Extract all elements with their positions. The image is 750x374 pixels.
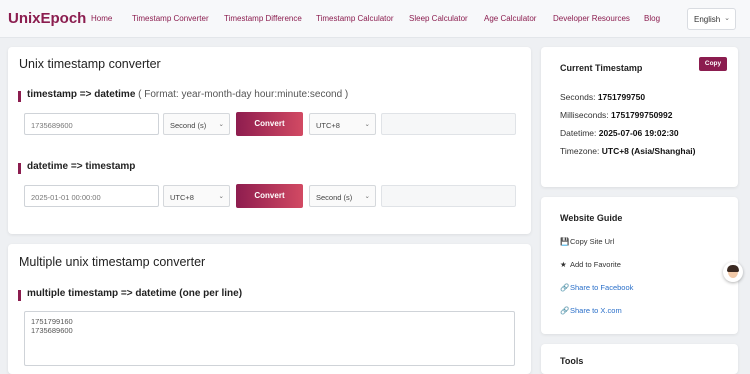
chevron-down-icon: ⌄ — [364, 193, 370, 200]
timezone-row: Timezone: UTC+8 (Asia/Shanghai) — [560, 146, 696, 156]
nav-age-calculator[interactable]: Age Calculator — [484, 14, 536, 23]
share-x-link[interactable]: 🔗Share to X.com — [560, 306, 622, 315]
chevron-down-icon: ⌄ — [724, 15, 730, 22]
converter-card: Unix timestamp converter timestamp => da… — [8, 47, 531, 234]
dt-to-ts-heading: datetime => timestamp — [27, 161, 136, 172]
timezone-select-2[interactable]: UTC+8 ⌄ — [163, 185, 230, 207]
add-favorite-link[interactable]: ★ Add to Favorite — [560, 260, 621, 269]
ts-to-dt-heading: timestamp => datetime ( Format: year-mon… — [27, 89, 348, 100]
convert-ts-button[interactable]: Convert — [236, 112, 303, 136]
textarea-line: 1751799160 — [31, 317, 73, 326]
top-nav: UnixEpoch Home Timestamp Converter Times… — [0, 0, 750, 38]
datetime-row: Datetime: 2025-07-06 19:02:30 — [560, 128, 679, 138]
star-icon: ★ — [560, 260, 567, 269]
milliseconds-value: 1751799750992 — [611, 110, 673, 120]
timezone-select[interactable]: UTC+8 ⌄ — [309, 113, 376, 135]
add-favorite-label: Add to Favorite — [570, 260, 621, 269]
multi-title: Multiple unix timestamp converter — [19, 255, 206, 269]
timezone-value-2: UTC+8 — [170, 193, 194, 202]
unit-select[interactable]: Second (s) ⌄ — [163, 113, 230, 135]
seconds-row: Seconds: 1751799750 — [560, 92, 645, 102]
section-accent — [18, 91, 21, 102]
chevron-down-icon: ⌄ — [218, 193, 224, 200]
timezone-label: Timezone: — [560, 146, 600, 156]
textarea-line: 1735689600 — [31, 326, 73, 335]
nav-timestamp-converter[interactable]: Timestamp Converter — [132, 14, 209, 23]
unit-value: Second (s) — [170, 121, 207, 130]
format-hint: ( Format: year-month-day hour:minute:sec… — [138, 89, 349, 100]
unit-select-2[interactable]: Second (s) ⌄ — [309, 185, 376, 207]
copy-button[interactable]: Copy — [699, 57, 727, 71]
multi-timestamp-textarea[interactable]: 1751799160 1735689600 — [24, 311, 515, 366]
milliseconds-label: Milliseconds: — [560, 110, 609, 120]
brand-logo[interactable]: UnixEpoch — [8, 10, 86, 27]
seconds-value: 1751799750 — [597, 92, 646, 102]
share-facebook-label: Share to Facebook — [570, 283, 634, 292]
nav-sleep-calculator[interactable]: Sleep Calculator — [409, 14, 468, 23]
timestamp-placeholder: 1735689600 — [31, 121, 73, 130]
copy-site-url-link[interactable]: 💾Copy Site Url — [560, 237, 614, 246]
section-accent — [18, 163, 21, 174]
website-guide-card: Website Guide 💾Copy Site Url ★ Add to Fav… — [541, 197, 738, 334]
multi-label: multiple timestamp => datetime (one per … — [27, 288, 243, 299]
timezone-value: UTC+8 — [316, 121, 340, 130]
timezone-current-value: UTC+8 (Asia/Shanghai) — [601, 146, 696, 156]
unit-value-2: Second (s) — [316, 193, 353, 202]
datetime-input[interactable]: 2025-01-01 00:00:00 — [24, 185, 159, 207]
tools-card: Tools — [541, 344, 738, 374]
timestamp-output[interactable] — [381, 185, 516, 207]
website-guide-title: Website Guide — [560, 213, 623, 223]
nav-home[interactable]: Home — [91, 14, 112, 23]
share-facebook-link[interactable]: 🔗Share to Facebook — [560, 283, 633, 292]
converter-title: Unix timestamp converter — [19, 57, 161, 71]
milliseconds-row: Milliseconds: 1751799750992 — [560, 110, 673, 120]
datetime-label: Datetime: — [560, 128, 597, 138]
language-select[interactable]: English ⌄ — [687, 8, 736, 30]
datetime-value: 2025-07-06 19:02:30 — [598, 128, 679, 138]
language-value: English — [694, 15, 721, 24]
nav-blog[interactable]: Blog — [644, 14, 660, 23]
nav-timestamp-difference[interactable]: Timestamp Difference — [224, 14, 302, 23]
section-accent — [18, 290, 21, 301]
chevron-down-icon: ⌄ — [364, 121, 370, 128]
nav-timestamp-calculator[interactable]: Timestamp Calculator — [316, 14, 394, 23]
chevron-down-icon: ⌄ — [218, 121, 224, 128]
convert-dt-button[interactable]: Convert — [236, 184, 303, 208]
datetime-placeholder: 2025-01-01 00:00:00 — [31, 193, 101, 202]
floppy-icon: 💾 — [560, 237, 570, 246]
link-icon: 🔗 — [560, 283, 570, 292]
link-icon: 🔗 — [560, 306, 570, 315]
datetime-output[interactable] — [381, 113, 516, 135]
ts-to-dt-label: timestamp => datetime — [27, 89, 136, 100]
current-timestamp-title: Current Timestamp — [560, 63, 643, 73]
timestamp-input[interactable]: 1735689600 — [24, 113, 159, 135]
avatar-hair — [727, 265, 739, 272]
seconds-label: Seconds: — [560, 92, 596, 102]
share-x-label: Share to X.com — [570, 306, 622, 315]
tools-title: Tools — [560, 356, 584, 366]
support-avatar[interactable] — [723, 262, 743, 282]
multi-converter-card: Multiple unix timestamp converter multip… — [8, 244, 531, 374]
nav-developer-resources[interactable]: Developer Resources — [553, 14, 630, 23]
copy-site-url-label: Copy Site Url — [570, 237, 615, 246]
